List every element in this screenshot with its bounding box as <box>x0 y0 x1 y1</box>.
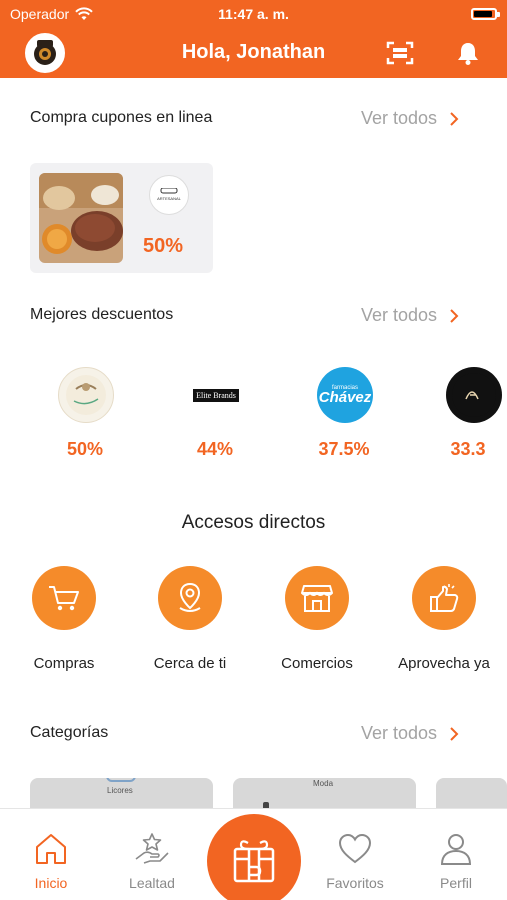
category-label: Moda <box>313 779 334 788</box>
shortcut-label: Aprovecha ya <box>398 655 490 672</box>
merchant-logo <box>446 367 502 423</box>
see-all-label: Ver todos <box>361 723 438 743</box>
merchant-logo: Elite Brands <box>188 367 244 423</box>
home-icon <box>36 834 66 864</box>
shortcut-label: Comercios <box>281 655 353 672</box>
coupons-section-title: Compra cupones en linea <box>30 109 213 126</box>
discount-value: 44% <box>196 439 234 459</box>
coupon-product-photo <box>39 173 123 263</box>
discount-value: 37.5% <box>318 439 370 459</box>
see-all-label: Ver todos <box>361 108 438 128</box>
nav-label: Favoritos <box>326 875 384 891</box>
coupon-discount: 50% <box>143 235 184 257</box>
shortcut-label: Compras <box>33 655 95 672</box>
discount-item[interactable]: Elite Brands 44% <box>160 367 270 459</box>
discount-value: 50% <box>66 439 104 459</box>
chevron-right-icon <box>450 726 459 741</box>
category-label: Licores <box>107 786 133 795</box>
coupon-card[interactable]: ARTESANAL <box>30 163 213 273</box>
scan-icon[interactable] <box>386 40 414 66</box>
coupon-logo-text: ARTESANAL <box>157 196 181 201</box>
discount-item[interactable]: 33.3 <box>418 367 507 457</box>
nav-label: Inicio <box>34 875 68 891</box>
clock: 11:47 a. m. <box>218 6 289 22</box>
shortcut-label: Cerca de ti <box>153 655 227 672</box>
status-bar: Operador 11:47 a. m. <box>0 0 507 28</box>
merchant-logo-text: Chávez <box>318 388 372 406</box>
merchant-logo: farmacias Chávez <box>317 367 373 423</box>
categories-section-title: Categorías <box>30 724 109 741</box>
battery-icon <box>471 8 500 20</box>
nav-lealtad[interactable]: Lealtad <box>112 831 192 891</box>
nav-label: Perfil <box>440 875 472 891</box>
categories-see-all-link[interactable]: Ver todos <box>361 723 459 744</box>
nav-label: Lealtad <box>129 875 175 891</box>
nav-inicio[interactable]: Inicio <box>11 831 91 891</box>
app-header: Hola, Jonathan <box>0 28 507 78</box>
thumbs-up-icon <box>412 566 476 630</box>
discounts-section-title: Mejores descuentos <box>30 306 174 323</box>
greeting: Hola, Jonathan <box>181 41 326 63</box>
nav-favoritos[interactable]: Favoritos <box>315 831 395 891</box>
chevron-right-icon <box>450 308 459 323</box>
category-thumbnail <box>106 778 136 782</box>
discount-value: 33.3 <box>450 439 486 457</box>
chevron-right-icon <box>450 111 459 126</box>
coupons-see-all-link[interactable]: Ver todos <box>361 108 459 129</box>
merchant-logo <box>58 367 114 423</box>
merchant-logo-text: Elite Brands <box>193 388 239 402</box>
discounts-see-all-link[interactable]: Ver todos <box>361 305 459 326</box>
store-icon <box>285 566 349 630</box>
location-pin-icon <box>158 566 222 630</box>
cart-icon <box>32 566 96 630</box>
center-action-button[interactable] <box>207 814 301 900</box>
discount-item[interactable]: farmacias Chávez 37.5% <box>289 367 399 459</box>
coupon-merchant-logo: ARTESANAL <box>149 175 189 215</box>
loyalty-hand-star-icon <box>135 833 169 864</box>
shortcuts-section-title: Accesos directos <box>181 512 326 533</box>
discount-item[interactable]: 50% <box>30 367 140 459</box>
see-all-label: Ver todos <box>361 305 438 325</box>
nav-perfil[interactable]: Perfil <box>416 831 496 891</box>
heart-icon <box>338 833 372 864</box>
bell-icon[interactable] <box>455 40 481 66</box>
user-icon <box>440 834 472 865</box>
gift-coupon-icon <box>233 840 275 883</box>
